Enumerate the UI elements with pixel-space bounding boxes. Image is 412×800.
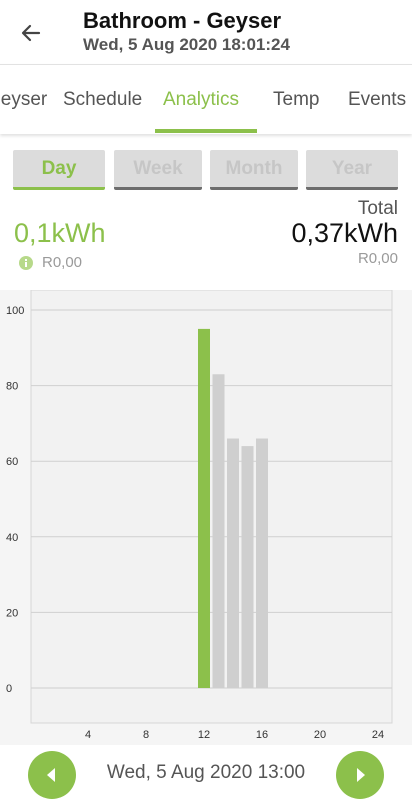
- chart-bar: [212, 374, 225, 688]
- page-title: Bathroom - Geyser: [83, 8, 282, 33]
- active-tab-indicator: [155, 129, 257, 133]
- total-label: Total: [357, 198, 398, 219]
- y-tick-label: 20: [6, 607, 18, 619]
- tab-temp[interactable]: Temp: [273, 89, 319, 111]
- arrow-left-icon: [21, 24, 41, 42]
- period-week-button[interactable]: Week: [114, 150, 202, 190]
- x-tick-label: 8: [143, 729, 149, 741]
- app-header: Bathroom - Geyser Wed, 5 Aug 2020 18:01:…: [0, 0, 412, 64]
- tab-analytics[interactable]: Analytics: [163, 89, 239, 111]
- total-cost: R0,00: [357, 250, 398, 267]
- x-tick-label: 24: [372, 729, 384, 741]
- y-tick-label: 60: [6, 456, 18, 468]
- usage-chart-svg: 0 20 40 60 80 100 4 8 12 16 20 24: [6, 290, 393, 741]
- info-icon[interactable]: [18, 255, 34, 271]
- chevron-right-icon: [357, 768, 365, 782]
- period-month-button[interactable]: Month: [210, 150, 298, 190]
- tab-schedule[interactable]: Schedule: [63, 89, 142, 111]
- next-date-button[interactable]: [336, 751, 384, 799]
- usage-chart: 0 20 40 60 80 100 4 8 12 16 20 24: [0, 290, 412, 745]
- x-tick-label: 4: [85, 729, 91, 741]
- chart-bar: [256, 438, 268, 688]
- tab-events[interactable]: Events: [348, 89, 406, 111]
- total-value: 0,37kWh: [291, 218, 398, 248]
- y-tick-label: 100: [6, 305, 24, 317]
- period-year-button[interactable]: Year: [306, 150, 398, 190]
- usage-cost: R0,00: [42, 254, 83, 271]
- chart-bar: [198, 328, 210, 688]
- x-tick-label: 12: [198, 729, 210, 741]
- y-tick-label: 40: [6, 532, 18, 544]
- period-day-button[interactable]: Day: [13, 150, 105, 190]
- x-tick-label: 16: [256, 729, 268, 741]
- tab-geyser[interactable]: Geyser: [0, 89, 47, 111]
- tab-bar: Geyser Schedule Analytics Temp Events: [0, 64, 412, 134]
- y-tick-label: 0: [6, 683, 12, 695]
- usage-value: 0,1kWh: [14, 218, 106, 248]
- y-tick-label: 80: [6, 381, 18, 393]
- plot-area: [30, 290, 393, 724]
- x-tick-label: 20: [314, 729, 326, 741]
- chart-bar: [241, 446, 254, 688]
- back-button[interactable]: [14, 16, 48, 50]
- page-subtitle: Wed, 5 Aug 2020 18:01:24: [83, 35, 290, 54]
- chart-bar: [227, 438, 239, 688]
